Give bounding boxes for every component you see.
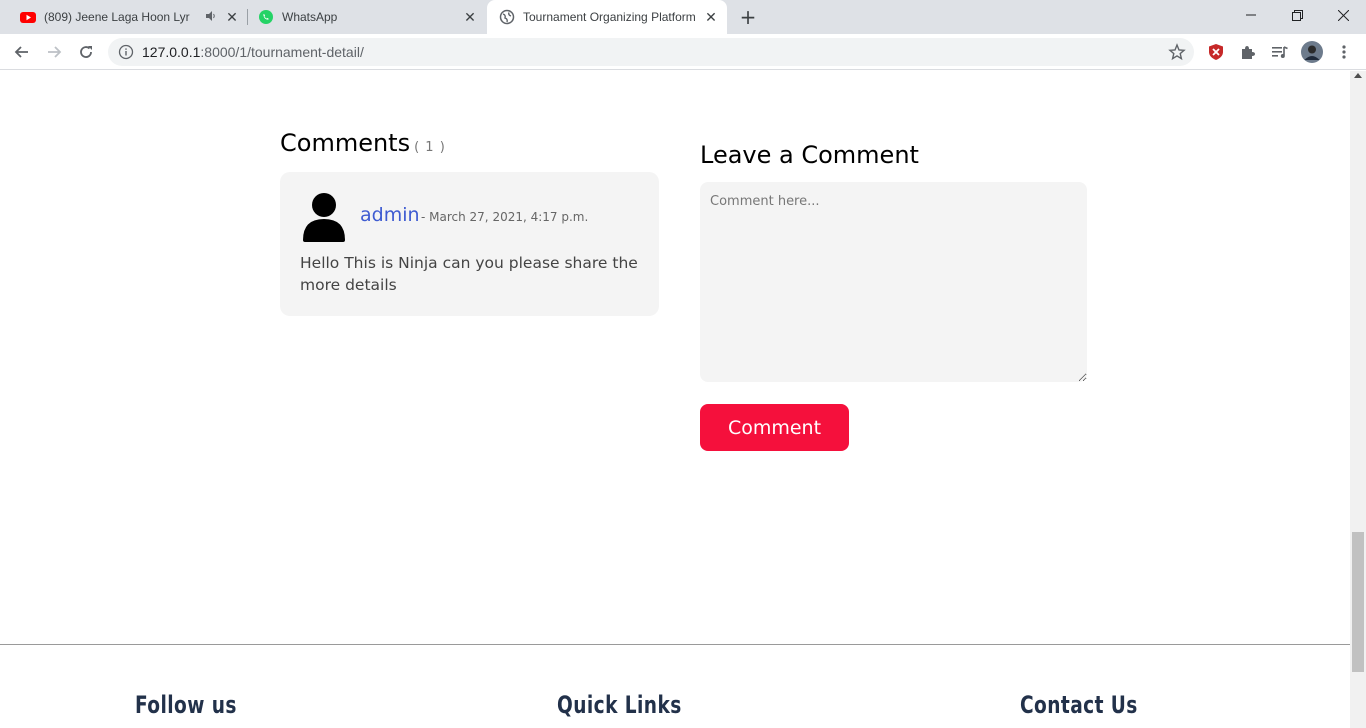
back-arrow-icon	[14, 46, 28, 58]
tab-title: (809) Jeene Laga Hoon Lyrica	[44, 10, 190, 24]
address-bar[interactable]: 127.0.0.1:8000/1/tournament-detail/	[108, 38, 1194, 66]
tab-whatsapp[interactable]: WhatsApp ✕	[250, 0, 486, 34]
page-viewport: Comments( 1 ) admin - March 27, 2021, 4:…	[0, 71, 1350, 728]
comment-author-link[interactable]: admin	[360, 204, 420, 226]
comment-card: admin - March 27, 2021, 4:17 p.m. Hello …	[280, 172, 659, 316]
url-host: 127.0.0.1	[142, 44, 201, 60]
browser-tab-strip: (809) Jeene Laga Hoon Lyrica ✕ WhatsApp …	[0, 0, 1366, 34]
close-tab-icon[interactable]: ✕	[462, 9, 478, 25]
close-tab-icon[interactable]: ✕	[224, 9, 240, 25]
whatsapp-icon	[258, 9, 274, 25]
minimize-button[interactable]	[1228, 0, 1274, 30]
tab-tournament[interactable]: Tournament Organizing Platform ✕	[487, 0, 727, 34]
footer-follow-heading: Follow us	[135, 691, 237, 719]
profile-avatar-icon[interactable]	[1300, 40, 1324, 64]
url-path: :8000/1/tournament-detail/	[200, 44, 364, 60]
comments-heading: Comments( 1 )	[280, 129, 446, 157]
submit-comment-button[interactable]: Comment	[700, 404, 849, 451]
globe-icon	[499, 9, 515, 25]
comment-date: - March 27, 2021, 4:17 p.m.	[421, 210, 589, 224]
comment-textarea[interactable]	[700, 182, 1087, 382]
leave-comment-heading: Leave a Comment	[700, 141, 919, 169]
bookmark-star-icon[interactable]	[1168, 43, 1186, 61]
close-tab-icon[interactable]: ✕	[703, 9, 719, 25]
footer-divider	[0, 644, 1350, 645]
url-text[interactable]: 127.0.0.1:8000/1/tournament-detail/	[142, 38, 364, 66]
scroll-up-arrow-icon[interactable]	[1354, 73, 1362, 78]
site-info-icon[interactable]	[118, 44, 134, 60]
tab-title: Tournament Organizing Platform	[523, 10, 696, 24]
scrollbar-thumb[interactable]	[1352, 532, 1364, 672]
forward-arrow-icon	[48, 46, 62, 58]
media-playlist-icon[interactable]	[1268, 40, 1292, 64]
reload-icon	[80, 46, 92, 58]
browser-menu-icon[interactable]	[1332, 40, 1356, 64]
restore-button[interactable]	[1274, 0, 1320, 30]
tab-youtube[interactable]: (809) Jeene Laga Hoon Lyrica ✕	[12, 0, 248, 34]
close-window-button[interactable]	[1320, 0, 1366, 30]
comments-count: ( 1 )	[414, 140, 446, 155]
back-button[interactable]	[8, 38, 36, 66]
puzzle-extensions-icon[interactable]	[1236, 40, 1260, 64]
comments-heading-text: Comments	[280, 129, 411, 157]
new-tab-button[interactable]: +	[737, 6, 759, 28]
footer-quick-links-heading: Quick Links	[557, 691, 682, 719]
tab-title: WhatsApp	[282, 10, 338, 24]
forward-button[interactable]	[40, 38, 68, 66]
speaker-icon[interactable]	[205, 10, 217, 25]
browser-toolbar: 127.0.0.1:8000/1/tournament-detail/	[0, 34, 1366, 70]
page-scrollbar[interactable]	[1350, 71, 1366, 728]
shield-extension-icon[interactable]	[1204, 40, 1228, 64]
youtube-icon	[20, 9, 36, 25]
tab-divider	[247, 9, 248, 25]
reload-button[interactable]	[72, 38, 100, 66]
footer-contact-heading: Contact Us	[1020, 691, 1138, 719]
comment-text: Hello This is Ninja can you please share…	[300, 254, 638, 294]
user-avatar-icon	[302, 192, 346, 242]
